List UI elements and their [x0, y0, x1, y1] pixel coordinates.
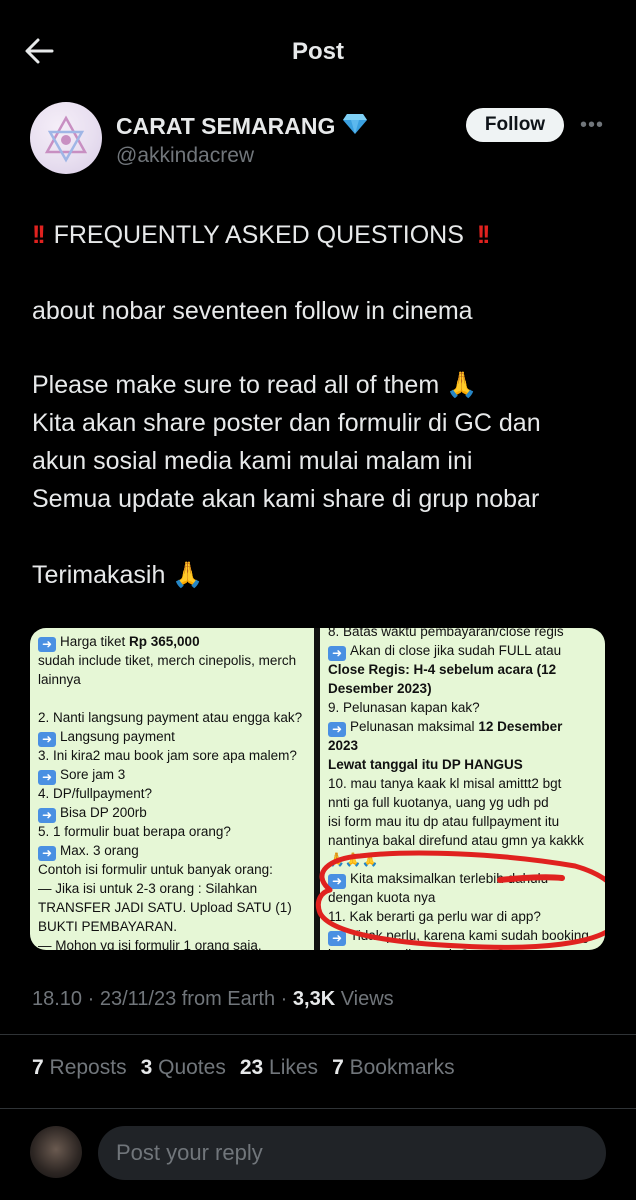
folded-hands-icon: 🙏 — [172, 561, 204, 589]
post-line: about nobar seventeen follow in cinema — [32, 297, 473, 325]
post-meta: 18.10 · 23/11/23 from Earth · 3,3K Views — [32, 988, 394, 1011]
author-handle[interactable]: @akkindacrew — [116, 144, 254, 168]
reply-input[interactable]: Post your reply — [98, 1126, 606, 1180]
folded-hands-icon: 🙏 — [446, 371, 478, 399]
post-timestamp[interactable]: 18.10 · 23/11/23 from Earth · — [32, 988, 293, 1010]
divider — [0, 1034, 636, 1035]
author-name-row[interactable]: CARAT SEMARANG — [116, 112, 368, 140]
more-options-icon[interactable]: ••• — [580, 114, 604, 136]
user-avatar[interactable] — [30, 1126, 82, 1178]
top-bar: Post — [0, 0, 636, 104]
post-heading-row: !! FREQUENTLY ASKED QUESTIONS !! — [32, 216, 492, 254]
post-heading: FREQUENTLY ASKED QUESTIONS — [53, 221, 464, 249]
page-title: Post — [291, 38, 344, 65]
double-exclamation-icon: !! — [32, 221, 46, 249]
views-label: Views — [335, 988, 394, 1010]
likes-stat[interactable]: 23 Likes — [240, 1056, 318, 1080]
double-exclamation-icon: !! — [476, 221, 491, 249]
post-line: Terimakasih — [32, 561, 166, 589]
post-media-image[interactable]: ➜ Harga tiket Rp 365,000 sudah include tik… — [30, 628, 605, 950]
divider — [0, 1108, 636, 1109]
quotes-stat[interactable]: 3 Quotes — [141, 1056, 226, 1080]
reply-placeholder: Post your reply — [116, 1140, 263, 1165]
post-line: Kita akan share poster dan formulir di G… — [32, 409, 541, 437]
views-count: 3,3K — [292, 988, 336, 1010]
author-name[interactable]: CARAT SEMARANG — [116, 113, 335, 140]
verified-diamond-icon — [343, 112, 368, 140]
red-circle-annotation — [315, 850, 605, 950]
post-line: Semua update akan kami share di grup nob… — [32, 485, 540, 513]
post-stats: 7 Reposts 3 Quotes 23 Likes 7 Bookmarks — [32, 1056, 455, 1080]
follow-button[interactable]: Follow — [466, 108, 564, 142]
post-line: Please make sure to read all of them — [32, 371, 440, 399]
post-line-row: Please make sure to read all of them 🙏 — [32, 366, 477, 404]
post-line: akun sosial media kami mulai malam ini — [32, 447, 473, 475]
post-line-row: Terimakasih 🙏 — [32, 556, 203, 594]
bookmarks-stat[interactable]: 7 Bookmarks — [332, 1056, 455, 1080]
author-avatar[interactable] — [30, 102, 102, 174]
reposts-stat[interactable]: 7 Reposts — [32, 1056, 127, 1080]
